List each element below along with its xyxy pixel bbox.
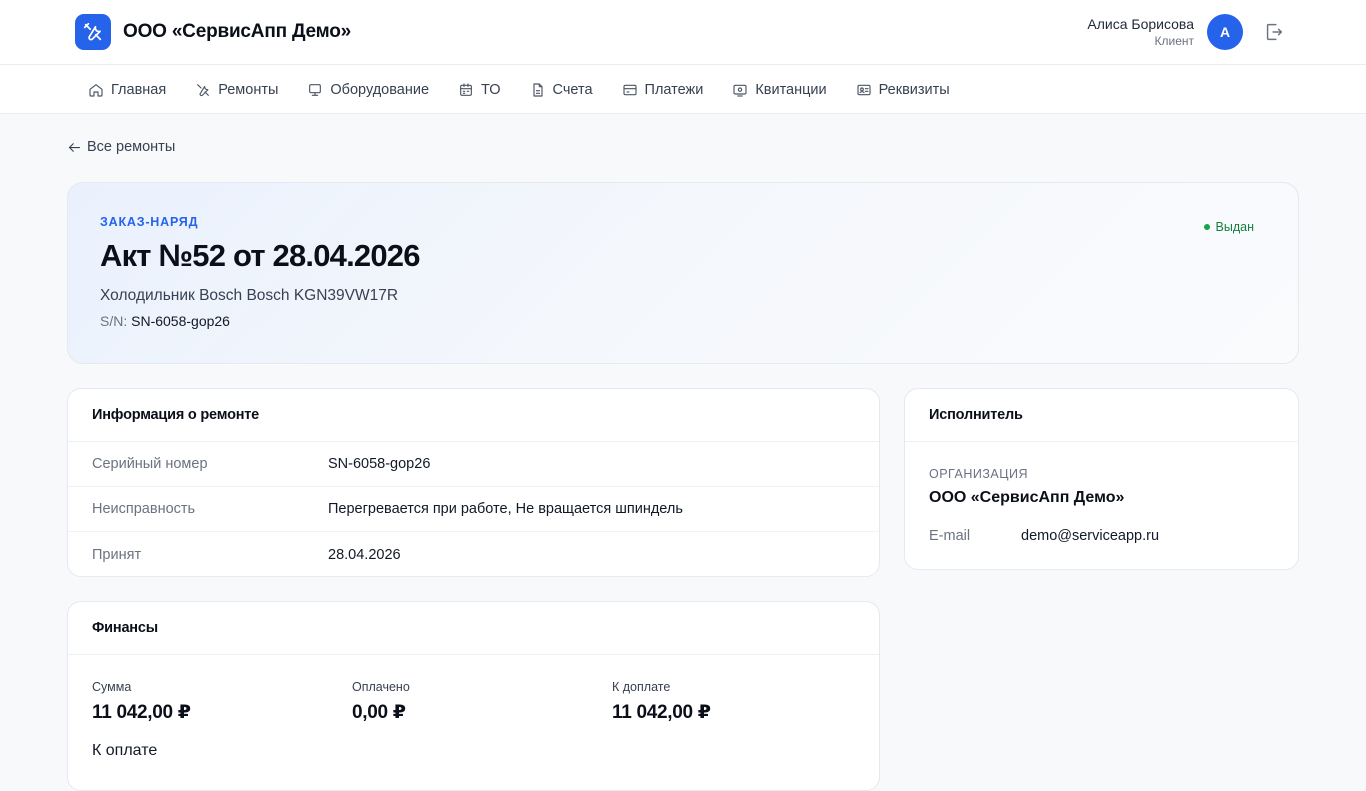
- finance-sum-label: Сумма: [92, 680, 132, 694]
- info-key: Серийный номер: [92, 456, 208, 472]
- calendar-icon: [460, 82, 472, 96]
- device-name: Холодильник Bosch Bosch KGN39VW17R: [100, 287, 399, 304]
- main-nav: Главная Ремонты Оборудование ТО Счета Пл…: [0, 65, 1366, 114]
- serial-number-value: SN-6058-gop26: [131, 313, 230, 329]
- info-key: Неисправность: [92, 501, 196, 517]
- info-value: 28.04.2026: [328, 546, 401, 563]
- receipt-icon: [733, 84, 747, 97]
- finance-paid-value: 0,00 ₽: [352, 702, 406, 723]
- info-value: SN-6058-gop26: [328, 456, 431, 472]
- nav-item-label: Реквизиты: [878, 81, 950, 98]
- nav-item-label: Ремонты: [218, 81, 279, 98]
- back-link-label: Все ремонты: [87, 139, 176, 155]
- nav-item-label: Платежи: [644, 81, 704, 98]
- nav-item-repairs[interactable]: Ремонты: [195, 82, 278, 98]
- email-link[interactable]: demo@serviceapp.ru: [1021, 528, 1159, 544]
- tools-icon: [197, 83, 210, 96]
- nav-item-requisites[interactable]: Реквизиты: [856, 82, 950, 98]
- finance-due: К доплате 11 042,00 ₽: [612, 680, 711, 724]
- status-dot-icon: [1203, 224, 1210, 230]
- finance-sum: Сумма 11 042,00 ₽: [92, 680, 191, 724]
- repair-info-card: Информация о ремонте Серийный номер SN-6…: [67, 388, 880, 577]
- monitor-icon: [309, 83, 322, 96]
- nav-item-equipment[interactable]: Оборудование: [307, 82, 429, 98]
- info-value: Перегревается при работе, Не вращается ш…: [328, 501, 683, 517]
- finance-paid: Оплачено 0,00 ₽: [352, 680, 410, 724]
- order-summary-card: ЗАКАЗ-НАРЯД Акт №52 от 28.04.2026 Холоди…: [67, 182, 1299, 364]
- nav-item-label: Главная: [111, 81, 167, 98]
- nav-item-label: Квитанции: [755, 81, 827, 98]
- org-label: ОРГАНИЗАЦИЯ: [929, 467, 1028, 481]
- info-row-serial: Серийный номер SN-6058-gop26: [68, 442, 879, 487]
- finance-sum-value: 11 042,00 ₽: [92, 702, 191, 723]
- info-key: Принят: [92, 546, 142, 563]
- user-role: Клиент: [1154, 34, 1195, 48]
- nav-item-payments[interactable]: Платежи: [622, 81, 704, 98]
- nav-item-maintenance[interactable]: ТО: [458, 81, 501, 98]
- avatar[interactable]: А: [1207, 14, 1243, 50]
- finance-due-value: 11 042,00 ₽: [612, 702, 711, 723]
- home-icon: [89, 83, 103, 97]
- credit-card-icon: [622, 84, 637, 95]
- user-info: Алиса Борисова Клиент: [1087, 15, 1194, 50]
- document-icon: [532, 82, 543, 97]
- page-title: Акт №52 от 28.04.2026: [100, 238, 420, 273]
- info-row-accepted: Принят 28.04.2026: [68, 532, 879, 576]
- finance-due-label: К доплате: [612, 680, 671, 694]
- top-bar: ООО «СервисАпп Демо» Алиса Борисова Клие…: [0, 0, 1366, 65]
- pay-section-title: К оплате: [92, 742, 158, 759]
- nav-item-label: ТО: [481, 81, 501, 98]
- info-row-fault: Неисправность Перегревается при работе, …: [68, 487, 879, 532]
- company-name: ООО «СервисАпп Демо»: [123, 21, 352, 42]
- logout-icon[interactable]: [1263, 21, 1285, 43]
- repair-info-title: Информация о ремонте: [68, 389, 879, 442]
- status-badge: Выдан: [1203, 220, 1254, 234]
- arrow-left-icon: [68, 142, 81, 152]
- nav-item-home[interactable]: Главная: [88, 82, 166, 98]
- executor-card: Исполнитель ОРГАНИЗАЦИЯ ООО «СервисАпп Д…: [904, 388, 1299, 570]
- user-name: Алиса Борисова: [1087, 16, 1194, 32]
- nav-item-label: Оборудование: [330, 81, 430, 98]
- nav-item-receipts[interactable]: Квитанции: [732, 81, 827, 98]
- back-link[interactable]: Все ремонты: [67, 139, 175, 155]
- org-name: ООО «СервисАпп Демо»: [929, 489, 1125, 506]
- brand[interactable]: ООО «СервисАпп Демо»: [75, 14, 351, 50]
- finance-paid-label: Оплачено: [352, 680, 410, 694]
- finance-card: Финансы Сумма 11 042,00 ₽ Оплачено 0,00 …: [67, 601, 880, 791]
- serial-number: S/N: SN-6058-gop26: [100, 313, 230, 329]
- executor-title: Исполнитель: [905, 389, 1298, 442]
- nav-item-invoices[interactable]: Счета: [530, 82, 593, 98]
- order-kicker: ЗАКАЗ-НАРЯД: [100, 215, 199, 229]
- nav-item-label: Счета: [552, 81, 593, 98]
- id-card-icon: [857, 84, 871, 95]
- email-label: E-mail: [929, 528, 971, 544]
- serial-number-label: S/N:: [100, 313, 128, 329]
- tools-logo-icon: [75, 14, 111, 50]
- finance-title: Финансы: [68, 602, 879, 655]
- status-label: Выдан: [1215, 220, 1254, 234]
